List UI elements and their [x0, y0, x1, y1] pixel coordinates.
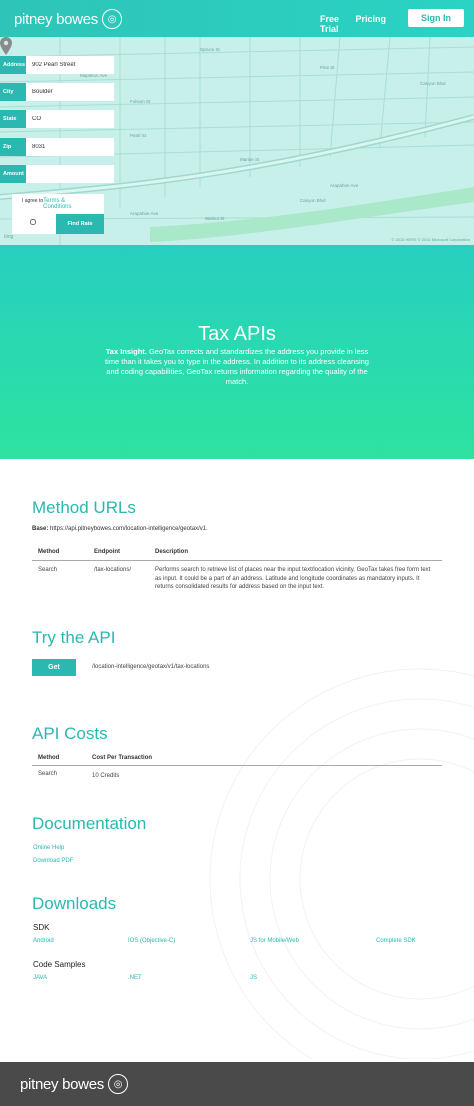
street-label: Marine St — [240, 157, 260, 162]
page-footer: pitney bowes ◎ — [0, 1062, 474, 1106]
terms-prefix: I agree to — [22, 198, 44, 204]
download-pdf-link[interactable]: Download PDF — [33, 858, 73, 864]
method-urls-title: Method URLs — [32, 498, 136, 517]
nav-pricing[interactable]: Pricing — [355, 14, 386, 24]
footer-logo[interactable]: pitney bowes ◎ — [20, 1074, 128, 1094]
amount-label: Amount — [0, 165, 26, 183]
costs-row-cost: 10 Credits — [92, 773, 120, 779]
sdk-ios-link[interactable]: IOS (Objective-C) — [128, 938, 175, 944]
costs-divider — [32, 765, 442, 766]
costs-col-method: Method — [38, 755, 60, 761]
code-samples-label: Code Samples — [33, 960, 86, 969]
sign-in-button[interactable]: Sign In — [408, 9, 464, 27]
base-url-value: https://api.pitneybowes.com/location-int… — [50, 526, 208, 532]
address-row: Address — [0, 56, 114, 74]
top-header: pitney bowes ◎ Free Trial Pricing Sign I… — [0, 0, 474, 37]
row-method: Search — [38, 567, 58, 573]
city-field[interactable] — [26, 83, 114, 101]
base-label: Base: — [32, 526, 49, 532]
sample-js-link[interactable]: JS — [250, 975, 257, 981]
city-row: City — [0, 83, 114, 101]
downloads-title: Downloads — [32, 894, 117, 913]
brand-logo[interactable]: pitney bowes ◎ — [14, 9, 122, 29]
logo-text: pitney bowes — [14, 10, 98, 28]
address-field[interactable] — [26, 56, 114, 74]
sdk-js-link[interactable]: JS for Mobile/Web — [250, 938, 299, 944]
base-url: Base: https://api.pitneybowes.com/locati… — [32, 526, 208, 532]
street-label: Folsom St — [130, 99, 151, 104]
zip-field[interactable] — [26, 138, 114, 156]
hero-description: Tax Insight. GeoTax corrects and standar… — [105, 347, 369, 387]
col-description: Description — [155, 549, 189, 555]
amount-field[interactable] — [26, 165, 114, 183]
sample-dotnet-link[interactable]: .NET — [128, 975, 142, 981]
sdk-label: SDK — [33, 923, 50, 932]
pitney-bowes-mark-icon: ◎ — [101, 9, 122, 29]
street-label: Spruce St — [200, 47, 221, 52]
table-divider — [32, 560, 442, 561]
zip-label: Zip — [0, 138, 26, 156]
footer-mark-icon: ◎ — [107, 1074, 128, 1094]
bing-logo: bing — [4, 234, 14, 240]
online-help-link[interactable]: Online Help — [33, 845, 64, 851]
street-label: Arapahoe Ave — [130, 211, 159, 216]
hero-banner: Tax APIs Tax Insight. GeoTax corrects an… — [0, 245, 474, 459]
street-label: Walnut St — [205, 216, 225, 221]
sdk-complete-link[interactable]: Complete SDK — [376, 938, 416, 944]
get-button[interactable]: Get — [32, 659, 76, 676]
map-copyright: © 2015 HERE © 2015 Microsoft Corporation — [391, 237, 470, 242]
documentation-title: Documentation — [32, 814, 147, 833]
state-label: State — [0, 110, 26, 128]
street-label: Arapahoe Ave — [330, 183, 359, 188]
terms-checkbox[interactable] — [30, 219, 36, 225]
api-costs-title: API Costs — [32, 724, 108, 743]
background-swirl — [209, 668, 474, 1059]
hero-title: Tax APIs — [198, 323, 276, 345]
row-endpoint: /tax-locations/ — [94, 567, 132, 573]
try-api-title: Try the API — [32, 628, 116, 647]
street-label: Canyon Blvd — [420, 81, 446, 86]
amount-row: Amount — [0, 165, 114, 183]
col-method: Method — [38, 549, 60, 555]
costs-col-cost: Cost Per Transaction — [92, 755, 153, 761]
city-label: City — [0, 83, 26, 101]
zip-row: Zip — [0, 138, 114, 156]
col-endpoint: Endpoint — [94, 549, 120, 555]
street-label: Pearl St — [130, 133, 147, 138]
address-label: Address — [0, 56, 26, 74]
footer-logo-text: pitney bowes — [20, 1075, 104, 1093]
find-rate-button[interactable]: Find Rate — [56, 214, 104, 234]
state-row: State — [0, 110, 114, 128]
location-pin-icon — [0, 37, 12, 55]
street-label: Canyon Blvd — [300, 198, 326, 203]
sample-java-link[interactable]: JAVA — [33, 975, 47, 981]
hero-lead: Tax Insight. — [105, 347, 147, 356]
try-api-path: /location-intelligence/geotax/v1/tax-loc… — [92, 664, 210, 670]
nav-free-trial[interactable]: Free Trial — [320, 14, 339, 34]
state-field[interactable] — [26, 110, 114, 128]
terms-text: I agree to Terms & Conditions — [22, 198, 72, 210]
row-description: Performs search to retrieve list of plac… — [155, 567, 431, 590]
street-label: Pine St — [320, 65, 335, 70]
terms-link[interactable]: Terms & Conditions — [43, 198, 71, 210]
costs-row-method: Search — [38, 771, 58, 777]
sdk-android-link[interactable]: Android — [33, 938, 54, 944]
